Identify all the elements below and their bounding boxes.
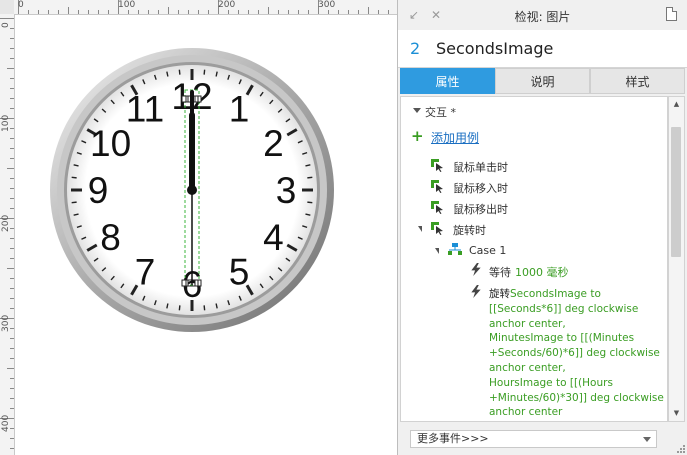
clock-numeral: 5 xyxy=(229,251,250,292)
rotate-action-line: anchor center, xyxy=(489,361,566,374)
minute-tick xyxy=(203,69,206,75)
minute-tick xyxy=(178,305,181,311)
event-onmouseleave[interactable]: 鼠标移出时 xyxy=(453,201,508,217)
section-interactions-label[interactable]: 交互 * xyxy=(425,104,456,120)
ruler-vertical-ticks xyxy=(0,18,14,449)
clock-numeral: 9 xyxy=(88,170,109,211)
rotate-action-label: 旋转 xyxy=(489,288,510,300)
clock-numeral: 2 xyxy=(263,123,284,164)
case-label[interactable]: Case 1 xyxy=(469,244,506,257)
ruler-vlabel-400: 400 xyxy=(1,414,11,432)
event-onclick[interactable]: 鼠标单击时 xyxy=(453,159,508,175)
clock-numeral: 11 xyxy=(126,89,164,130)
section-collapse-icon[interactable] xyxy=(413,108,421,113)
add-case-plus-icon[interactable]: + xyxy=(411,127,424,145)
add-case-link[interactable]: 添加用例 xyxy=(431,129,479,146)
lightning-icon xyxy=(471,263,481,276)
event-onrotate[interactable]: 旋转时 xyxy=(453,222,486,238)
panel-title: 检视: 图片 xyxy=(514,10,571,24)
clock-numeral: 1 xyxy=(229,89,250,130)
ruler-vlabel-200: 200 xyxy=(1,214,11,232)
interactions-content: 交互 * + 添加用例 鼠标单击时 鼠标移入时 鼠标移出时 旋转时 Case 1… xyxy=(400,96,668,422)
ruler-label-200: 200 xyxy=(218,0,236,10)
ruler-corner xyxy=(0,0,15,15)
widget-name-field[interactable]: SecondsImage xyxy=(436,39,553,58)
tab-properties[interactable]: 属性 xyxy=(400,68,495,94)
inspector-panel: ↙ ✕ 检视: 图片 2 SecondsImage 属性 说明 样式 交互 * … xyxy=(397,0,687,455)
ruler-label-0: 0 xyxy=(18,0,24,10)
rotate-action-line: anchor center xyxy=(489,406,563,419)
case-expand-icon[interactable] xyxy=(435,248,439,254)
panel-header: ↙ ✕ 检视: 图片 xyxy=(398,0,687,31)
minute-tick xyxy=(71,176,77,179)
scroll-down-arrow-icon[interactable]: ▼ xyxy=(669,406,684,421)
selection-handle-top-left[interactable] xyxy=(181,95,189,103)
ruler-label-100: 100 xyxy=(118,0,136,10)
more-events-label: 更多事件>>> xyxy=(417,432,489,445)
selection-handle-bottom-left[interactable] xyxy=(181,279,189,287)
event-cursor-icon xyxy=(431,222,443,235)
ruler-vertical: 0 100 200 300 400 xyxy=(0,14,15,455)
scroll-up-arrow-icon[interactable]: ▲ xyxy=(669,97,684,112)
minute-tick xyxy=(178,69,181,75)
clock-numeral: 7 xyxy=(135,251,156,292)
tab-style[interactable]: 样式 xyxy=(590,68,685,94)
ruler-vlabel-0: 0 xyxy=(1,22,11,28)
design-canvas[interactable]: 0 100 200 300 0 100 200 300 400 1 2 3 4 … xyxy=(0,0,397,455)
widget-index: 2 xyxy=(410,39,421,58)
tab-notes[interactable]: 说明 xyxy=(495,68,590,94)
clock-numeral: 8 xyxy=(100,217,121,258)
ruler-horizontal: 0 100 200 300 xyxy=(14,0,397,15)
minute-tick xyxy=(203,305,206,311)
scrollbar-thumb[interactable] xyxy=(671,127,681,257)
ruler-horizontal-ticks xyxy=(18,0,389,14)
clock-numeral: 4 xyxy=(263,217,284,258)
lightning-icon xyxy=(471,285,481,298)
minute-tick xyxy=(71,201,77,204)
ruler-vlabel-300: 300 xyxy=(1,314,11,332)
resize-grip-icon[interactable] xyxy=(675,443,685,453)
wait-action-value[interactable]: 1000 毫秒 xyxy=(515,264,569,280)
rotate-action-line: SecondsImage to xyxy=(510,288,601,300)
rotate-action[interactable]: 旋转SecondsImage to [[Seconds*6]] deg cloc… xyxy=(489,287,664,420)
chevron-down-icon xyxy=(643,437,651,442)
clock-numeral: 3 xyxy=(276,170,297,211)
ruler-label-300: 300 xyxy=(318,0,336,10)
wait-action-label[interactable]: 等待 xyxy=(489,264,511,280)
event-expand-icon[interactable] xyxy=(418,226,422,232)
inspector-tabs: 属性 说明 样式 xyxy=(400,68,685,95)
widget-name-row: 2 SecondsImage xyxy=(398,30,687,68)
case-tree-icon xyxy=(448,243,462,255)
content-scrollbar[interactable]: ▲ ▼ xyxy=(668,96,685,422)
page-icon[interactable] xyxy=(666,7,677,21)
event-cursor-icon xyxy=(431,159,443,172)
minute-tick xyxy=(307,201,313,204)
event-onmouseenter[interactable]: 鼠标移入时 xyxy=(453,180,508,196)
event-cursor-icon xyxy=(431,201,443,214)
rotate-action-line: anchor center, xyxy=(489,317,566,330)
rotate-action-line: +Seconds/60)*6]] deg clockwise xyxy=(489,347,660,360)
more-events-dropdown[interactable]: 更多事件>>> xyxy=(410,430,657,448)
ruler-vlabel-100: 100 xyxy=(1,114,11,132)
rotate-action-line: HoursImage to [[(Hours xyxy=(489,376,613,389)
hand-pivot xyxy=(187,185,197,195)
rotate-action-line: MinutesImage to [[(Minutes xyxy=(489,332,635,345)
rotate-action-line: [[Seconds*6]] deg clockwise xyxy=(489,302,639,315)
minute-tick xyxy=(307,176,313,179)
clock-widget[interactable]: 121234567891011 xyxy=(15,15,397,455)
event-cursor-icon xyxy=(431,180,443,193)
rotate-action-line: +Minutes/60)*30]] deg clockwise xyxy=(489,391,664,404)
